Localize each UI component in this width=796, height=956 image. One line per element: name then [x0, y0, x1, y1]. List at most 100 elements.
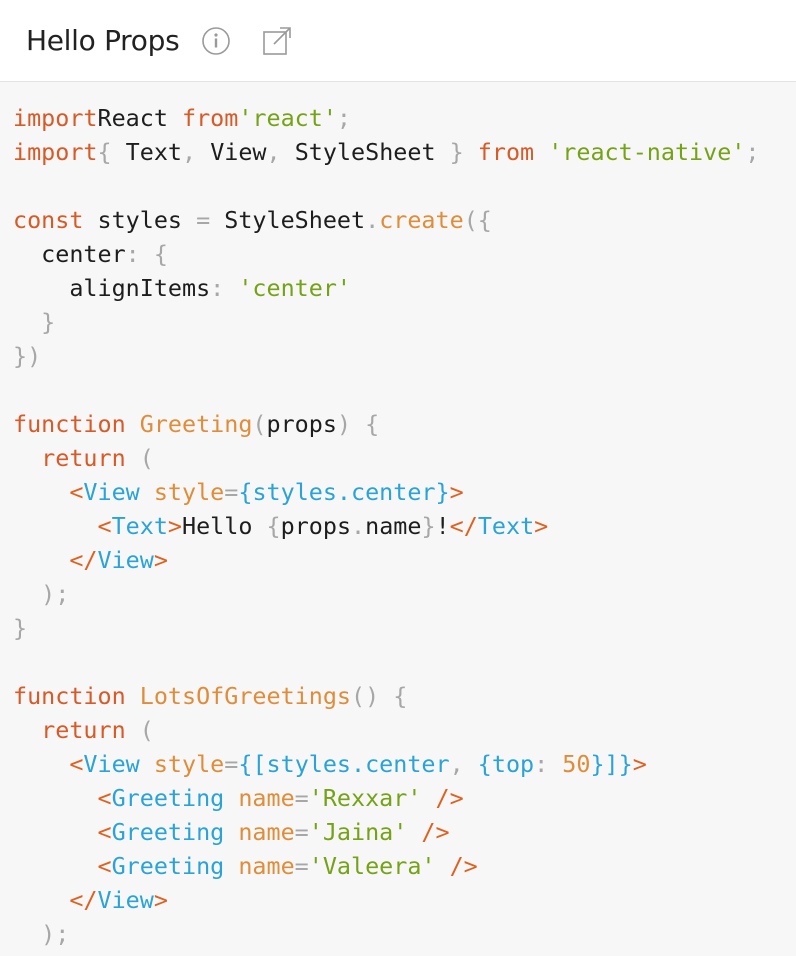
code-token: , [266, 138, 295, 166]
code-token: Greeting [111, 852, 225, 880]
code-token: : { [125, 240, 168, 268]
code-token: ); [13, 920, 70, 948]
code-token: < [13, 512, 112, 540]
external-link-icon[interactable] [261, 25, 293, 57]
code-token: React [97, 104, 182, 132]
code-token: create [379, 206, 464, 234]
code-token: center [13, 240, 126, 268]
code-token: from [463, 138, 549, 166]
code-line: function Greeting(props) { [13, 407, 796, 441]
code-token: Text [125, 138, 183, 166]
code-token: } [13, 308, 56, 336]
code-token: = [224, 478, 239, 506]
code-line: <Greeting name='Valeera' /> [13, 849, 796, 883]
code-line: <Greeting name='Jaina' /> [13, 815, 796, 849]
code-token: ({ [463, 206, 492, 234]
code-token: { [266, 512, 281, 540]
code-token: 'Valeera' [308, 852, 436, 880]
code-token: 'Jaina' [308, 818, 408, 846]
code-token: {styles.center} [238, 478, 450, 506]
code-token: return [13, 444, 126, 472]
code-token: Hello [182, 512, 267, 540]
code-token: 'center' [238, 274, 351, 302]
code-token: </ [449, 512, 478, 540]
code-token: ); [13, 580, 70, 608]
code-line: } [13, 611, 796, 645]
code-token: Greeting [111, 818, 225, 846]
code-token: from [182, 104, 239, 132]
code-token: : [210, 274, 239, 302]
code-token: = [294, 852, 309, 880]
code-token: ! [435, 512, 450, 540]
code-token: ( [125, 716, 154, 744]
code-token: }) [13, 342, 42, 370]
code-token: import [13, 138, 98, 166]
code-token: ( [252, 410, 267, 438]
code-line: <Text>Hello {props.name}!</Text> [13, 509, 796, 543]
code-token: name [365, 512, 422, 540]
code-token: . [365, 206, 380, 234]
code-token: View [210, 138, 267, 166]
code-token: View [83, 478, 140, 506]
code-token: name [224, 852, 295, 880]
code-token: </ [13, 886, 98, 914]
code-token: < [13, 750, 84, 778]
code-line: importReact from'react'; [13, 101, 796, 135]
code-token: 'Rexxar' [308, 784, 422, 812]
code-line: </View> [13, 543, 796, 577]
code-line: alignItems: 'center' [13, 271, 796, 305]
code-token: 'react' [238, 104, 337, 132]
example-title: Hello Props [26, 24, 180, 57]
code-line: <View style={[styles.center, {top: 50}]}… [13, 747, 796, 781]
code-token: > [167, 512, 183, 540]
code-line: }) [13, 339, 796, 373]
code-token: import [13, 104, 98, 132]
code-token: = [224, 750, 239, 778]
code-token: = [196, 206, 225, 234]
code-token: } [421, 512, 436, 540]
code-token: ( [125, 444, 154, 472]
code-token: < [13, 784, 112, 812]
code-token: ; [745, 138, 760, 166]
code-token: /> [435, 852, 478, 880]
code-line: import{ Text, View, StyleSheet } from 'r… [13, 135, 796, 169]
code-token: Greeting [111, 784, 225, 812]
code-token: name [224, 818, 295, 846]
code-token: < [13, 852, 112, 880]
code-token: View [97, 546, 154, 574]
code-line: return ( [13, 441, 796, 475]
code-token: View [97, 886, 154, 914]
code-token: function [13, 682, 126, 710]
code-token: { [97, 138, 126, 166]
code-token: } [449, 138, 464, 166]
info-circle-icon[interactable] [201, 26, 231, 56]
code-token: = [294, 818, 309, 846]
code-token: = [294, 784, 309, 812]
code-token: 'react-native' [548, 138, 746, 166]
code-token: {[styles.center [238, 750, 450, 778]
code-token: : [534, 750, 563, 778]
code-line: ); [13, 577, 796, 611]
code-token: } [13, 614, 28, 642]
code-token: const [13, 206, 84, 234]
code-token: }]} [590, 750, 633, 778]
code-line: <View style={styles.center}> [13, 475, 796, 509]
code-line: const styles = StyleSheet.create({ [13, 203, 796, 237]
code-editor[interactable]: importReact from'react'; import{ Text, Vi… [0, 101, 796, 951]
code-token: < [13, 818, 112, 846]
code-token: > [449, 478, 464, 506]
code-token: () { [351, 682, 408, 710]
code-token: props [266, 410, 337, 438]
code-token: {top [477, 750, 535, 778]
code-token: > [632, 750, 647, 778]
code-line: ); [13, 917, 796, 951]
code-token: LotsOfGreetings [125, 682, 351, 710]
code-line: function LotsOfGreetings() { [13, 679, 796, 713]
code-token: ; [336, 104, 352, 132]
code-token: styles [83, 206, 197, 234]
code-line: return ( [13, 713, 796, 747]
code-line: center: { [13, 237, 796, 271]
